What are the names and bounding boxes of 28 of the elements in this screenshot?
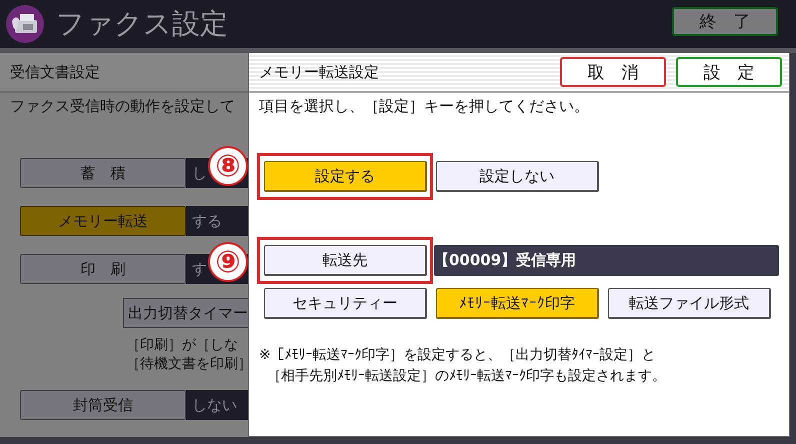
option-button[interactable]: セキュリティー — [264, 288, 427, 319]
dialog-title: メモリー転送設定 — [259, 62, 380, 82]
setting-value: する — [186, 206, 248, 236]
ok-button[interactable]: 設 定 — [676, 57, 782, 87]
note-text: ［印刷］が［しな — [126, 336, 239, 355]
option-button[interactable]: 設定する — [264, 161, 427, 192]
note-text: ※［ﾒﾓﾘｰ転送ﾏｰｸ印字］を設定すると、［出力切替ﾀｲﾏｰ設定］と — [259, 346, 657, 365]
option-button[interactable]: ﾒﾓﾘｰ転送ﾏｰｸ印字 — [436, 288, 599, 319]
step-marker: ⑨ — [208, 242, 248, 282]
exit-button[interactable]: 終 了 — [672, 7, 778, 36]
setting-button[interactable]: 封筒受信 — [20, 390, 186, 420]
option-button[interactable]: 設定しない — [436, 161, 599, 192]
step-marker: ⑧ — [208, 146, 248, 186]
note-text: ［待機文書を印刷］ — [126, 355, 248, 374]
panel-description: ファクス受信時の動作を設定して — [9, 96, 236, 117]
fax-icon — [6, 5, 44, 43]
destination-button[interactable]: 転送先 — [264, 245, 427, 276]
panel-title: 受信文書設定 — [10, 62, 100, 82]
screen-title: ファクス設定 — [56, 6, 229, 42]
cancel-button[interactable]: 取 消 — [560, 57, 666, 87]
setting-value: しない — [186, 390, 248, 420]
setting-button[interactable]: 蓄 積 — [20, 158, 186, 188]
note-text: ［相手先別ﾒﾓﾘｰ転送設定］のﾒﾓﾘｰ転送ﾏｰｸ印字も設定されます。 — [266, 367, 667, 386]
setting-button[interactable]: 印 刷 — [20, 254, 186, 284]
timer-button[interactable]: 出力切替タイマー — [123, 298, 248, 328]
option-button[interactable]: 転送ファイル形式 — [608, 288, 771, 319]
destination-field: 【00009】受信専用 — [434, 245, 779, 276]
instruction-text: 項目を選択し、［設定］キーを押してください。 — [258, 96, 590, 117]
